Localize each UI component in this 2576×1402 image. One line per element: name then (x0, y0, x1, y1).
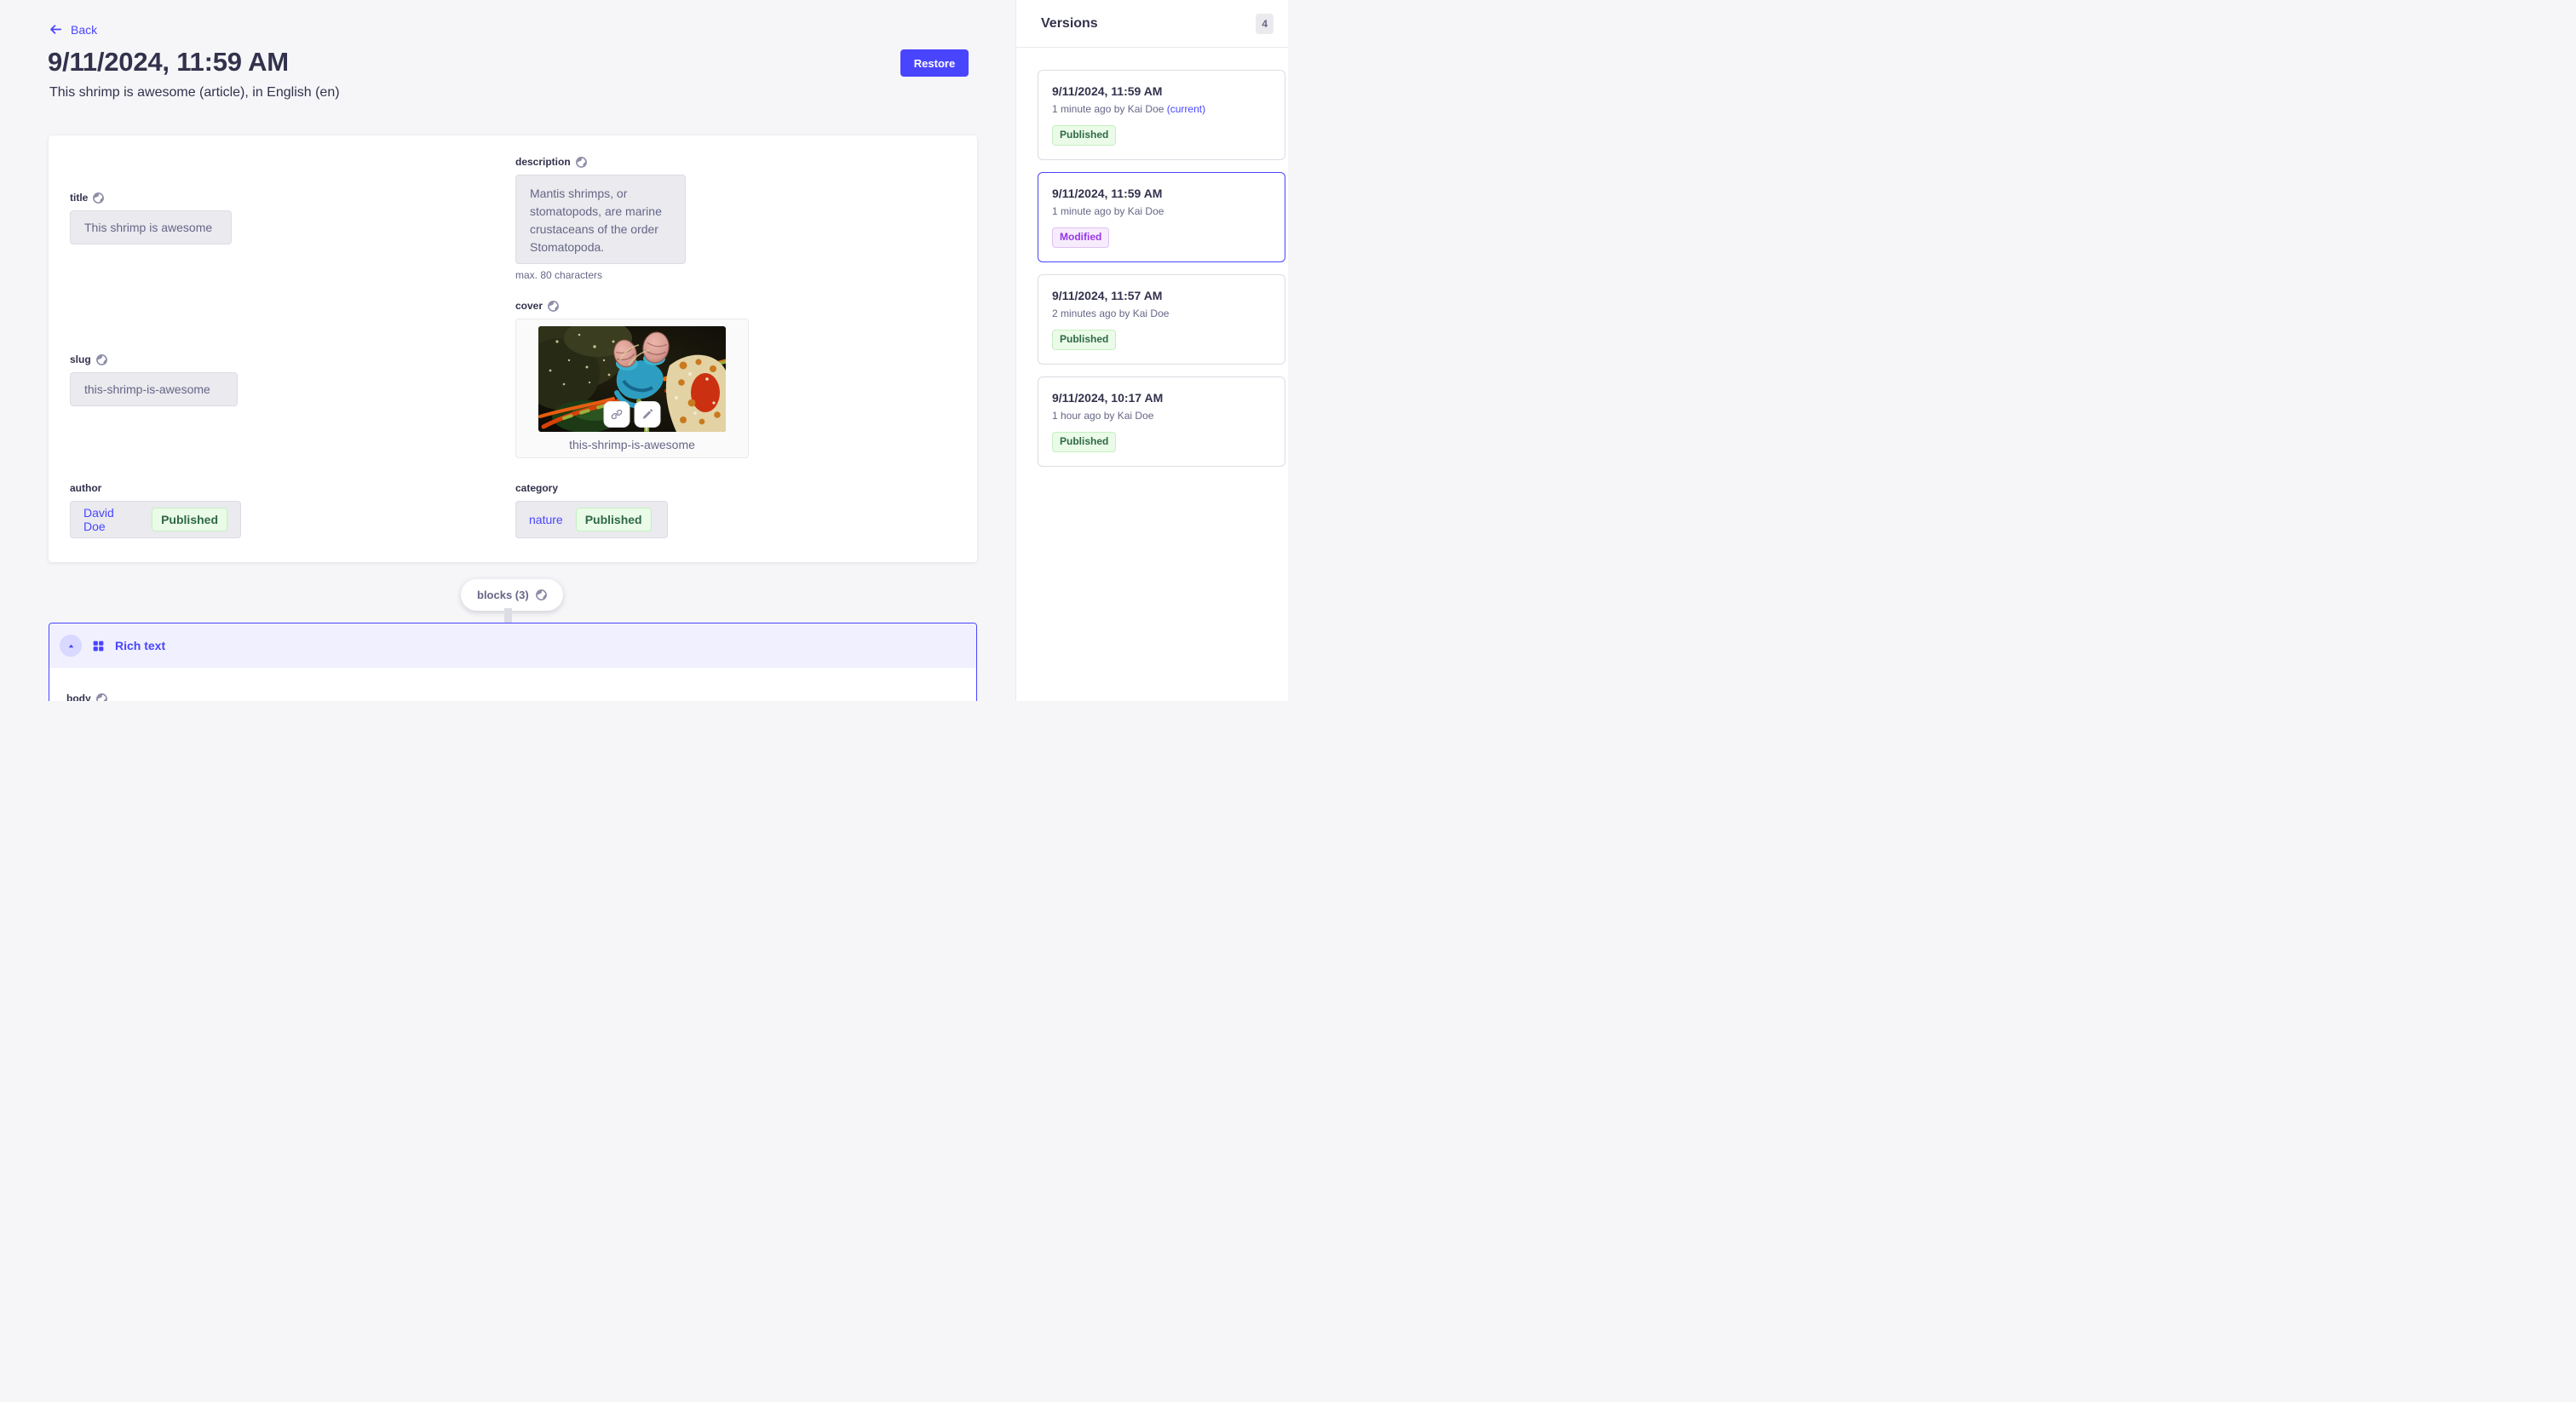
version-date: 9/11/2024, 11:59 AM (1052, 187, 1271, 200)
title-input (70, 210, 232, 244)
version-card[interactable]: 9/11/2024, 11:57 AM 2 minutes ago by Kai… (1038, 274, 1285, 365)
rich-text-block-body: body (49, 668, 976, 701)
versions-list: 9/11/2024, 11:59 AM 1 minute ago by Kai … (1016, 48, 1288, 467)
globe-icon (548, 301, 559, 312)
version-history-page: Back 9/11/2024, 11:59 AM This shrimp is … (0, 0, 1288, 701)
link-icon (611, 408, 624, 421)
field-title: title (70, 192, 232, 244)
rich-text-block: Rich text body (49, 623, 977, 701)
versions-title: Versions (1041, 16, 1098, 32)
version-date: 9/11/2024, 11:59 AM (1052, 84, 1271, 98)
versions-count-badge: 4 (1256, 14, 1274, 34)
restore-button[interactable]: Restore (900, 49, 969, 77)
rich-text-block-header: Rich text (49, 623, 976, 668)
version-meta: 1 hour ago by Kai Doe (1052, 410, 1153, 422)
entry-panel: title description Mantis shrimps, or sto… (49, 135, 977, 562)
version-meta: 2 minutes ago by Kai Doe (1052, 307, 1169, 319)
blocks-connector-line (504, 608, 512, 623)
back-label: Back (71, 23, 97, 37)
globe-icon (536, 589, 547, 600)
category-field-label: category (515, 482, 558, 494)
author-status-badge: Published (152, 508, 227, 531)
blocks-field-pill: blocks (3) (461, 579, 563, 611)
author-relation-box: David Doe Published (70, 501, 241, 538)
slug-input (70, 372, 238, 406)
component-grid-icon (93, 641, 104, 652)
cover-filename: this-shrimp-is-awesome (516, 438, 748, 451)
cover-edit-button[interactable] (635, 401, 661, 428)
globe-icon (93, 192, 104, 204)
cover-field-label: cover (515, 300, 543, 312)
author-link[interactable]: David Doe (83, 506, 139, 533)
version-date: 9/11/2024, 10:17 AM (1052, 391, 1271, 405)
page-title: 9/11/2024, 11:59 AM (48, 47, 289, 78)
field-slug: slug (70, 353, 238, 406)
cover-copy-link-button[interactable] (604, 401, 630, 428)
globe-icon (96, 354, 107, 365)
field-category: category nature Published (515, 482, 668, 538)
cover-actions (604, 401, 661, 428)
globe-icon (96, 693, 107, 702)
version-status-badge: Published (1052, 330, 1116, 350)
version-card[interactable]: 9/11/2024, 10:17 AM 1 hour ago by Kai Do… (1038, 376, 1285, 467)
category-status-badge: Published (576, 508, 652, 531)
blocks-pill-label: blocks (3) (477, 589, 529, 601)
version-card[interactable]: 9/11/2024, 11:59 AM 1 minute ago by Kai … (1038, 70, 1285, 160)
version-status-badge: Modified (1052, 227, 1109, 248)
slug-field-label: slug (70, 353, 91, 365)
title-field-label: title (70, 192, 88, 204)
versions-sidebar-header: Versions 4 (1016, 0, 1288, 48)
globe-icon (576, 157, 587, 168)
page-subtitle: This shrimp is awesome (article), in Eng… (49, 85, 340, 101)
versions-sidebar: Versions 4 9/11/2024, 11:59 AM 1 minute … (1015, 0, 1288, 701)
version-status-badge: Published (1052, 432, 1116, 452)
back-link[interactable]: Back (49, 22, 97, 37)
cover-media-card: this-shrimp-is-awesome (515, 319, 749, 458)
field-cover: cover (515, 300, 749, 458)
version-meta: 1 minute ago by Kai Doe (1052, 103, 1164, 115)
version-meta: 1 minute ago by Kai Doe (1052, 205, 1164, 217)
caret-up-icon (67, 642, 75, 650)
version-date: 9/11/2024, 11:57 AM (1052, 289, 1271, 302)
category-link[interactable]: nature (529, 513, 563, 526)
description-textarea: Mantis shrimps, or stomatopods, are mari… (515, 175, 686, 264)
arrow-left-icon (49, 22, 63, 37)
rich-text-block-title: Rich text (115, 639, 165, 652)
version-status-badge: Published (1052, 125, 1116, 146)
description-hint: max. 80 characters (515, 269, 686, 281)
pencil-icon (641, 408, 654, 421)
category-relation-box: nature Published (515, 501, 668, 538)
version-current-label: (current) (1167, 103, 1205, 115)
collapse-button[interactable] (60, 635, 82, 657)
version-card-selected[interactable]: 9/11/2024, 11:59 AM 1 minute ago by Kai … (1038, 172, 1285, 262)
field-description: description Mantis shrimps, or stomatopo… (515, 156, 686, 281)
body-field-label: body (66, 692, 91, 701)
description-field-label: description (515, 156, 571, 168)
field-author: author David Doe Published (70, 482, 241, 538)
author-field-label: author (70, 482, 101, 494)
